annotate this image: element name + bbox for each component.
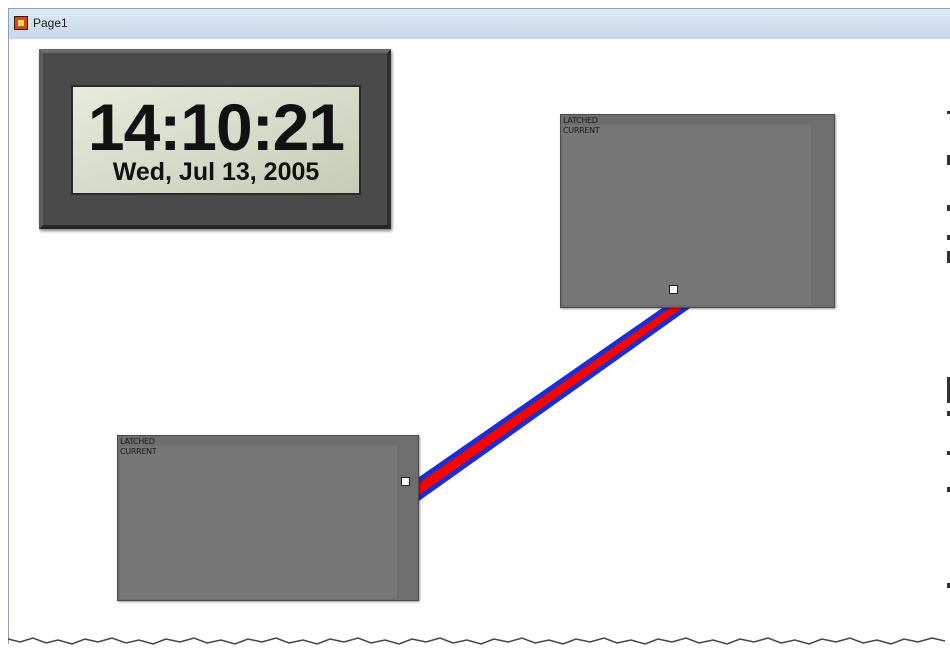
port-icon[interactable] <box>669 285 678 294</box>
panel-label: LATCHED CURRENT <box>563 116 600 136</box>
panel-body <box>120 446 397 599</box>
wire-outer <box>419 306 693 501</box>
clock-display: 14:10:21 Wed, Jul 13, 2005 <box>71 85 361 195</box>
title-bar[interactable]: Page1 <box>9 9 950 40</box>
app-icon[interactable] <box>14 16 28 30</box>
panel-label: LATCHED CURRENT <box>120 437 157 457</box>
panel-body <box>563 125 811 305</box>
app-window: Page1 14:10:21 Wed, Jul 13, 2005 LATCHED… <box>8 8 950 644</box>
clipped-edge-content <box>946 99 950 619</box>
clock-date: Wed, Jul 13, 2005 <box>112 158 320 186</box>
wire-inner <box>419 306 685 495</box>
panel-label-line2: CURRENT <box>563 126 600 135</box>
clock-time: 14:10:21 <box>87 90 345 164</box>
drawing-canvas[interactable]: 14:10:21 Wed, Jul 13, 2005 LATCHED CURRE… <box>9 39 950 644</box>
port-icon[interactable] <box>401 477 410 486</box>
torn-edge <box>8 637 946 645</box>
panel-label-line1: LATCHED <box>563 116 598 125</box>
panel-label-line1: LATCHED <box>120 437 155 446</box>
latched-current-panel-bottom[interactable]: LATCHED CURRENT <box>117 435 419 601</box>
panel-label-line2: CURRENT <box>120 447 157 456</box>
window-title: Page1 <box>33 16 68 30</box>
digital-clock[interactable]: 14:10:21 Wed, Jul 13, 2005 <box>39 49 391 229</box>
latched-current-panel-top[interactable]: LATCHED CURRENT <box>560 114 835 308</box>
